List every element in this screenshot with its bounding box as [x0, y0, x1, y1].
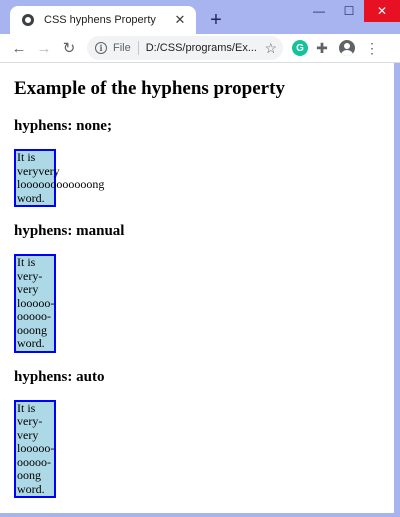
new-tab-button[interactable]: +: [205, 9, 227, 31]
section-heading-none: hyphens: none;: [14, 118, 112, 134]
box-text-line: word.: [17, 190, 45, 205]
page-title: Example of the hyphens property: [14, 78, 285, 99]
browser-window: CSS hyphens Property ✕ + — ☐ ✕ ← → ↻ i F…: [0, 0, 400, 517]
tab-css-hyphens[interactable]: CSS hyphens Property ✕: [10, 6, 196, 34]
tab-strip: CSS hyphens Property ✕ + — ☐ ✕: [0, 0, 400, 34]
box-text-line: It is: [17, 150, 36, 164]
box-text-line: ooooo-: [17, 309, 51, 323]
box-text-line: ooong: [17, 322, 47, 337]
back-button[interactable]: ←: [8, 37, 30, 59]
section-heading-manual: hyphens: manual: [14, 223, 125, 239]
box-text-line: oong: [17, 468, 41, 482]
address-separator: [137, 41, 139, 55]
scheme-label: File: [113, 42, 131, 54]
box-text-line: looooo-: [17, 295, 55, 310]
info-icon[interactable]: i: [95, 42, 107, 54]
hyphens-auto-box: It is very- very looooo- ooooo- oong wor…: [14, 399, 56, 498]
menu-kebab-icon[interactable]: ⋮: [361, 37, 383, 59]
extensions-puzzle-icon[interactable]: ✚: [311, 37, 333, 59]
window-controls: — ☐ ✕: [304, 0, 400, 22]
tab-title: CSS hyphens Property: [44, 14, 156, 26]
box-text-line: loooooooooooong: [17, 177, 105, 191]
hyphens-manual-box: It is very- very looooo- ooooo- ooong wo…: [14, 254, 56, 353]
page-content: Example of the hyphens property hyphens:…: [0, 63, 394, 513]
browser-toolbar: ← → ↻ i File D:/CSS/programs/Ex... ☆ G ✚…: [0, 34, 400, 62]
box-text-line: looooo-: [17, 441, 55, 455]
profile-button[interactable]: [336, 37, 358, 59]
close-icon[interactable]: ✕: [172, 12, 188, 28]
window-frame-bottom: [0, 513, 400, 517]
minimize-button[interactable]: —: [304, 0, 334, 22]
box-text-line: veryvery: [17, 163, 60, 178]
box-text-line: very: [17, 427, 39, 442]
grammarly-extension-icon[interactable]: G: [292, 40, 308, 56]
address-url[interactable]: D:/CSS/programs/Ex...: [146, 42, 257, 54]
box-text-line: very-: [17, 268, 43, 283]
box-text-line: word.: [17, 481, 45, 496]
box-text-line: very: [17, 282, 39, 296]
box-text-line: It is: [17, 255, 36, 269]
maximize-button[interactable]: ☐: [334, 0, 364, 22]
forward-button[interactable]: →: [33, 37, 55, 59]
reload-button[interactable]: ↻: [58, 37, 80, 59]
box-text-line: It is: [17, 400, 36, 415]
address-bar[interactable]: i File D:/CSS/programs/Ex... ☆: [87, 36, 283, 60]
window-frame-right: [394, 63, 400, 513]
close-window-button[interactable]: ✕: [364, 0, 400, 22]
bookmark-star-icon[interactable]: ☆: [264, 40, 277, 56]
globe-icon: [22, 14, 34, 26]
box-text-line: very-: [17, 414, 43, 428]
box-text-line: word.: [17, 336, 45, 350]
hyphens-none-box: It is veryvery loooooooooooong word.: [14, 149, 105, 207]
avatar-icon: [339, 40, 355, 56]
section-heading-auto: hyphens: auto: [14, 368, 105, 385]
box-text-line: ooooo-: [17, 454, 51, 469]
